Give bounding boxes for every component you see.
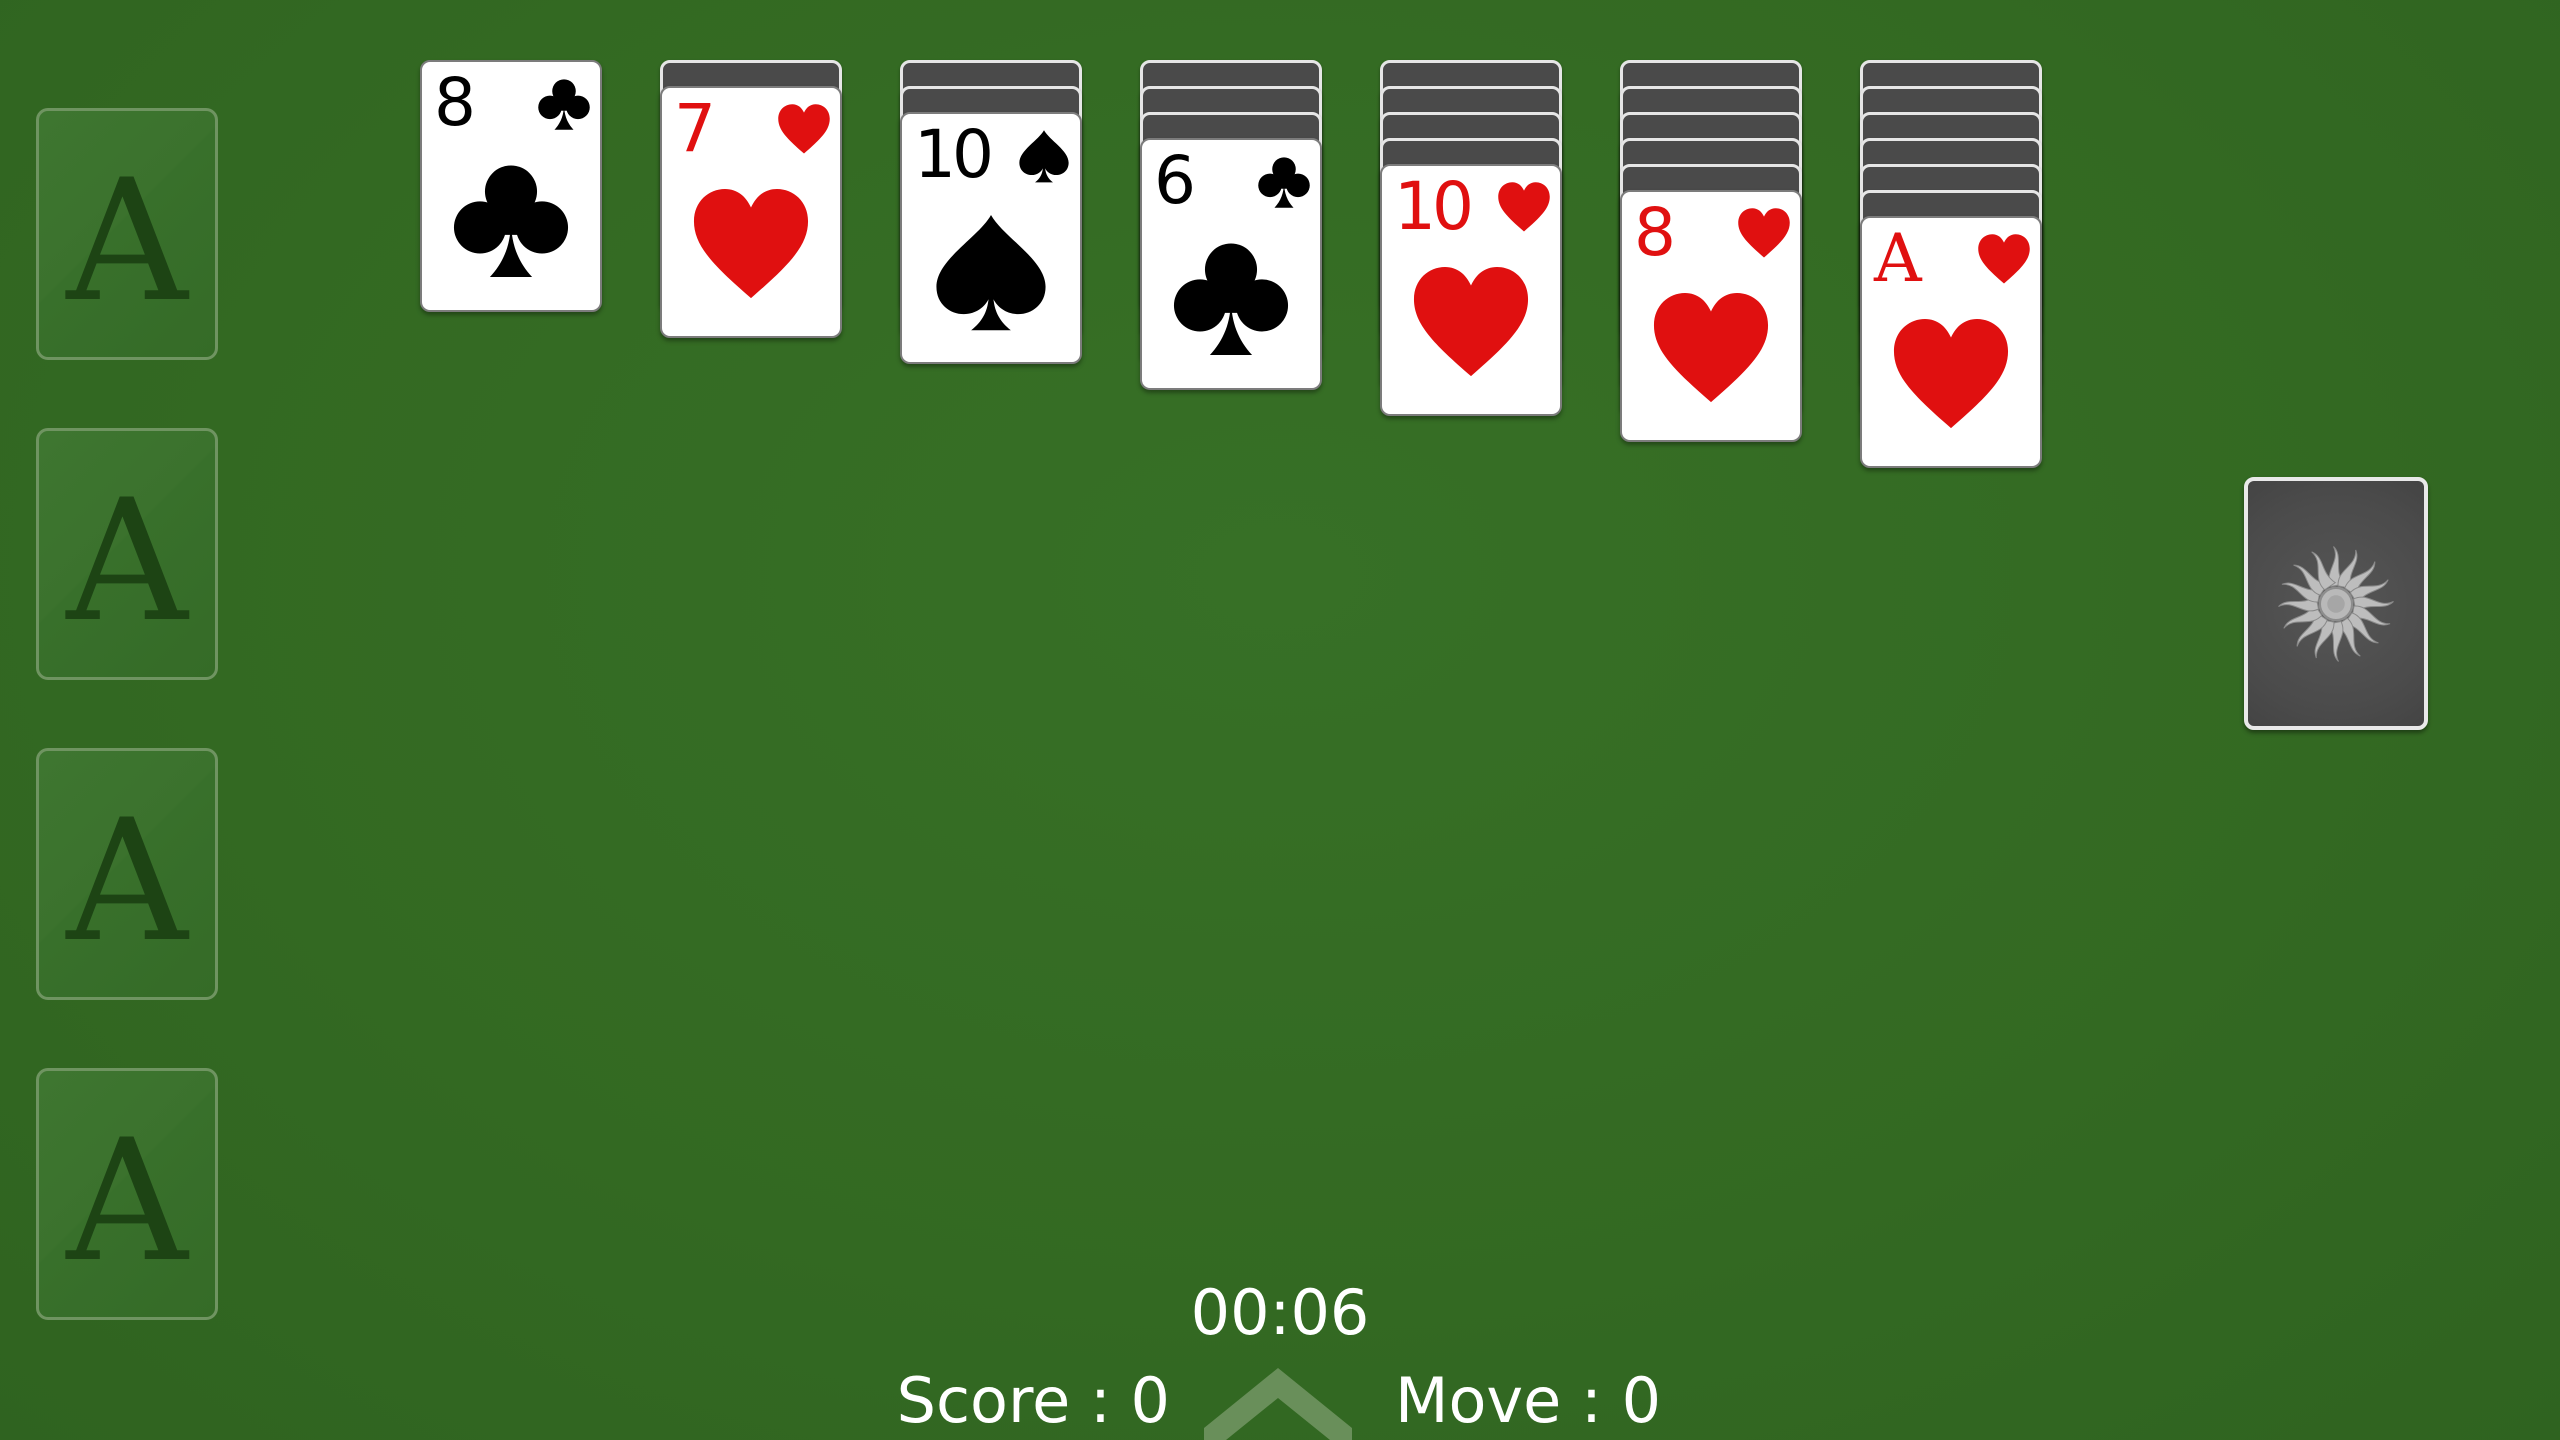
spade-icon [936, 214, 1046, 331]
playing-card[interactable]: 8 [420, 60, 602, 312]
card-rank: 10 [1394, 168, 1474, 245]
move-counter: Move : 0 [1395, 1364, 1662, 1437]
heart-icon [1498, 182, 1550, 232]
foundation-slot-1[interactable]: A [36, 108, 218, 360]
card-rank: 8 [434, 64, 476, 141]
card-rank: 8 [1634, 194, 1676, 271]
club-icon [1173, 243, 1289, 356]
card-rank: A [1874, 220, 1922, 297]
heart-icon [1978, 234, 2030, 284]
club-icon [453, 165, 569, 278]
playing-card[interactable]: 7 [660, 86, 842, 338]
game-timer: 00:06 [1190, 1276, 1370, 1349]
foundation-placeholder: A [66, 143, 188, 339]
card-rank: 6 [1154, 142, 1196, 219]
foundation-placeholder: A [66, 783, 188, 979]
spade-icon [1019, 130, 1069, 183]
heart-icon [1738, 208, 1790, 258]
foundation-slot-4[interactable]: A [36, 1068, 218, 1320]
playing-card[interactable]: 10 [1380, 164, 1562, 416]
foundation-slot-2[interactable]: A [36, 428, 218, 680]
heart-icon [1893, 318, 2009, 429]
playing-card[interactable]: 10 [900, 112, 1082, 364]
heart-icon [778, 104, 830, 154]
playing-card[interactable]: 8 [1620, 190, 1802, 442]
foundation-slot-3[interactable]: A [36, 748, 218, 1000]
heart-icon [693, 188, 809, 299]
heart-icon [1413, 266, 1529, 377]
score-label: Score : 0 [896, 1364, 1170, 1437]
sun-icon [2278, 545, 2394, 662]
foundation-placeholder: A [66, 1103, 188, 1299]
card-rank: 10 [914, 116, 994, 193]
playing-card[interactable]: A [1860, 216, 2042, 468]
game-board: A A A A 8 7 10 6 10 8 A 00:06 Score : 0 Move :… [0, 0, 2560, 1440]
foundation-placeholder: A [66, 463, 188, 659]
club-icon [1258, 157, 1310, 208]
stock-pile[interactable] [2244, 477, 2428, 730]
card-rank: 7 [674, 90, 716, 167]
chevron-up-icon[interactable] [1200, 1360, 1356, 1440]
heart-icon [1653, 292, 1769, 403]
playing-card[interactable]: 6 [1140, 138, 1322, 390]
club-icon [538, 79, 590, 130]
